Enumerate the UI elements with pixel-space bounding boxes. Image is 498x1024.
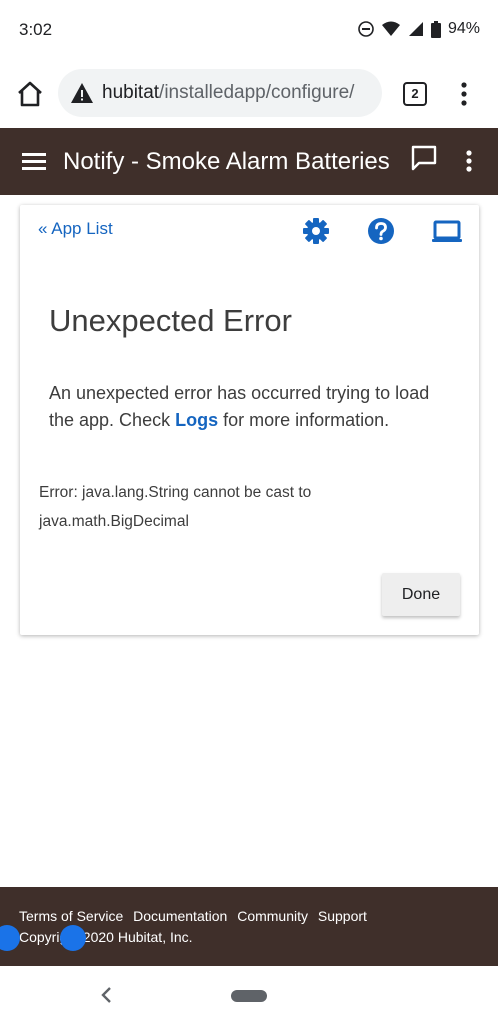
home-pill[interactable] xyxy=(231,990,267,1002)
footer-link-support[interactable]: Support xyxy=(318,908,367,924)
browser-menu-icon[interactable] xyxy=(452,80,476,108)
page: 3:02 94% hubitat/installedapp/configure/… xyxy=(0,0,498,1024)
warning-icon[interactable] xyxy=(70,82,94,104)
page-title: Notify - Smoke Alarm Batteries xyxy=(63,148,390,175)
logs-link[interactable]: Logs xyxy=(175,410,218,430)
wifi-icon xyxy=(381,21,400,36)
address-bar[interactable]: hubitat/installedapp/configure/ xyxy=(58,69,382,117)
battery-percent: 94% xyxy=(447,20,480,37)
app-list-link[interactable]: « App List xyxy=(38,219,113,239)
footer-links: Terms of Service Documentation Community… xyxy=(19,908,373,924)
selection-handle-end[interactable] xyxy=(60,925,86,951)
home-icon[interactable] xyxy=(14,78,46,110)
hamburger-menu-icon[interactable] xyxy=(22,153,46,171)
chat-icon[interactable] xyxy=(410,144,438,172)
browser-toolbar: hubitat/installedapp/configure/ 2 xyxy=(0,58,498,128)
selection-handle-start[interactable] xyxy=(0,925,20,951)
url-text[interactable]: hubitat/installedapp/configure/ xyxy=(102,82,354,104)
status-icons: 94% xyxy=(358,20,480,38)
error-message-suffix: for more information. xyxy=(218,410,390,430)
back-chevron-icon[interactable] xyxy=(100,986,114,1004)
do-not-disturb-icon xyxy=(358,21,374,37)
help-icon[interactable] xyxy=(367,217,395,245)
error-title: Unexpected Error xyxy=(49,303,292,338)
battery-icon xyxy=(430,20,441,38)
error-detail: Error: java.lang.String cannot be cast t… xyxy=(39,484,312,530)
status-bar: 3:02 94% xyxy=(0,0,498,58)
settings-gear-icon[interactable] xyxy=(302,217,330,245)
system-nav-bar xyxy=(0,966,498,1024)
footer-link-community[interactable]: Community xyxy=(237,908,308,924)
error-card: « App List Unexpected Error An unexpecte… xyxy=(20,205,479,635)
done-button[interactable]: Done xyxy=(382,573,460,616)
footer: Terms of Service Documentation Community… xyxy=(0,887,498,966)
footer-link-documentation[interactable]: Documentation xyxy=(133,908,227,924)
url-host: hubitat xyxy=(102,82,160,103)
cell-signal-icon xyxy=(408,22,423,36)
error-message: An unexpected error has occurred trying … xyxy=(49,380,459,434)
tab-switcher-button[interactable]: 2 xyxy=(403,82,427,106)
app-menu-icon[interactable] xyxy=(460,150,478,174)
copyright: Copyright 2020 Hubitat, Inc. xyxy=(19,929,193,945)
status-time: 3:02 xyxy=(19,20,53,39)
url-path: /installedapp/configure/ xyxy=(159,82,355,103)
footer-link-terms[interactable]: Terms of Service xyxy=(19,908,123,924)
laptop-icon[interactable] xyxy=(432,217,462,245)
